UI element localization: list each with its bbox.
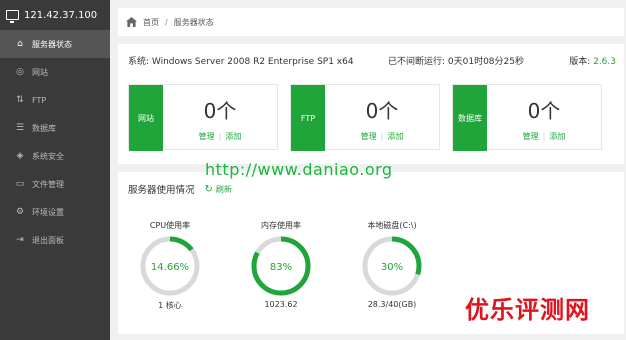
sidebar: 121.42.37.100 ⌂ 服务器状态 ◎ 网站 ⇅ FTP ☰ 数据库 ◈… (0, 0, 110, 340)
usage-title: 服务器使用情况 (128, 185, 195, 196)
server-header: 121.42.37.100 (0, 0, 110, 30)
link-divider: | (218, 132, 222, 141)
card-links: 管理 | 添加 (325, 131, 439, 142)
card-count: 0个 (527, 99, 561, 123)
usage-header: 服务器使用情况 ↻ 刷新 (128, 182, 232, 197)
sidebar-item-website[interactable]: ◎ 网站 (0, 58, 110, 86)
gauge-ring: 14.66% (140, 236, 200, 296)
add-link[interactable]: 添加 (549, 132, 565, 141)
os-info: 系统: Windows Server 2008 R2 Enterprise SP… (128, 57, 354, 67)
sidebar-item-ftp[interactable]: ⇅ FTP (0, 86, 110, 114)
gauge-subtext: 1023.62 (264, 300, 298, 309)
add-link[interactable]: 添加 (225, 132, 241, 141)
sidebar-item-label: 服务器状态 (32, 39, 72, 49)
breadcrumb-current: 服务器状态 (173, 17, 214, 27)
system-info: 系统: Windows Server 2008 R2 Enterprise SP… (128, 54, 616, 67)
home-icon[interactable] (126, 17, 137, 27)
gauge-cpu: CPU使用率 14.66% 1 核心 (130, 220, 210, 311)
sidebar-item-server-status[interactable]: ⌂ 服务器状态 (0, 30, 110, 58)
folder-icon: ▭ (15, 179, 25, 189)
breadcrumb-separator: / (165, 17, 168, 27)
version-number: 2.6.3 (593, 57, 616, 67)
server-ip: 121.42.37.100 (24, 9, 98, 21)
gauge-value: 30% (381, 262, 403, 273)
manage-link[interactable]: 管理 (199, 132, 215, 141)
watermark-site: 优乐评测网 (465, 296, 590, 324)
sidebar-item-label: FTP (32, 95, 47, 105)
version-label: 版本: (569, 57, 594, 67)
manage-link[interactable]: 管理 (523, 132, 539, 141)
overview-panel: 系统: Windows Server 2008 R2 Enterprise SP… (118, 44, 624, 164)
home-icon: ⌂ (17, 39, 23, 49)
ftp-icon: ⇅ (16, 95, 24, 105)
card-links: 管理 | 添加 (163, 131, 277, 142)
sidebar-item-settings[interactable]: ⚙ 环境设置 (0, 198, 110, 226)
add-link[interactable]: 添加 (387, 132, 403, 141)
sidebar-item-label: 数据库 (32, 123, 56, 133)
gauge-disk: 本地磁盘(C:\) 30% 28.3/40(GB) (352, 220, 432, 309)
breadcrumb-home[interactable]: 首页 (143, 17, 159, 28)
gauge-value: 83% (270, 262, 292, 273)
refresh-icon: ↻ (204, 183, 213, 195)
gauge-ring: 83% (251, 236, 311, 296)
shield-icon: ◈ (16, 151, 24, 161)
link-divider: | (542, 132, 546, 141)
card-tag: 数据库 (453, 85, 487, 151)
sidebar-item-label: 环境设置 (32, 207, 64, 217)
breadcrumb: 首页 / 服务器状态 (118, 8, 624, 36)
logout-icon: ⇥ (16, 235, 24, 245)
sidebar-item-security[interactable]: ◈ 系统安全 (0, 142, 110, 170)
sidebar-item-logout[interactable]: ⇥ 退出面板 (0, 226, 110, 254)
sidebar-item-label: 网站 (32, 67, 48, 77)
sidebar-item-label: 文件管理 (32, 179, 64, 189)
link-divider: | (380, 132, 384, 141)
sidebar-item-label: 退出面板 (32, 235, 64, 245)
manage-link[interactable]: 管理 (361, 132, 377, 141)
gauge-value: 14.66% (151, 262, 189, 273)
globe-icon: ◎ (16, 67, 24, 77)
database-icon: ☰ (15, 123, 25, 133)
card-links: 管理 | 添加 (487, 131, 601, 142)
uptime-info: 已不间断运行: 0天01时08分25秒 (388, 57, 524, 67)
gauge-label: 本地磁盘(C:\) (367, 221, 417, 230)
gauge-memory: 内存使用率 83% 1023.62 (241, 220, 321, 309)
card-database: 数据库 0个 管理 | 添加 (452, 84, 602, 151)
card-website: 网站 0个 管理 | 添加 (128, 84, 278, 151)
gauge-label: 内存使用率 (261, 221, 301, 230)
gear-icon: ⚙ (15, 207, 25, 217)
card-tag: 网站 (129, 85, 163, 151)
watermark-url: http://www.daniao.org (205, 160, 393, 179)
monitor-icon (6, 10, 19, 23)
sidebar-item-database[interactable]: ☰ 数据库 (0, 114, 110, 142)
gauge-subtext: 28.3/40(GB) (367, 300, 417, 309)
gauge-subtext: 1 核心 (158, 301, 182, 310)
gauge-ring: 30% (362, 236, 422, 296)
card-count: 0个 (365, 99, 399, 123)
refresh-label: 刷新 (215, 184, 232, 194)
refresh-button[interactable]: ↻ 刷新 (205, 184, 232, 195)
version-info: 版本: 2.6.3 (568, 54, 616, 67)
card-tag: FTP (291, 85, 325, 151)
card-count: 0个 (203, 99, 237, 123)
card-ftp: FTP 0个 管理 | 添加 (290, 84, 440, 151)
gauge-label: CPU使用率 (149, 221, 191, 230)
sidebar-item-files[interactable]: ▭ 文件管理 (0, 170, 110, 198)
sidebar-item-label: 系统安全 (32, 151, 64, 161)
